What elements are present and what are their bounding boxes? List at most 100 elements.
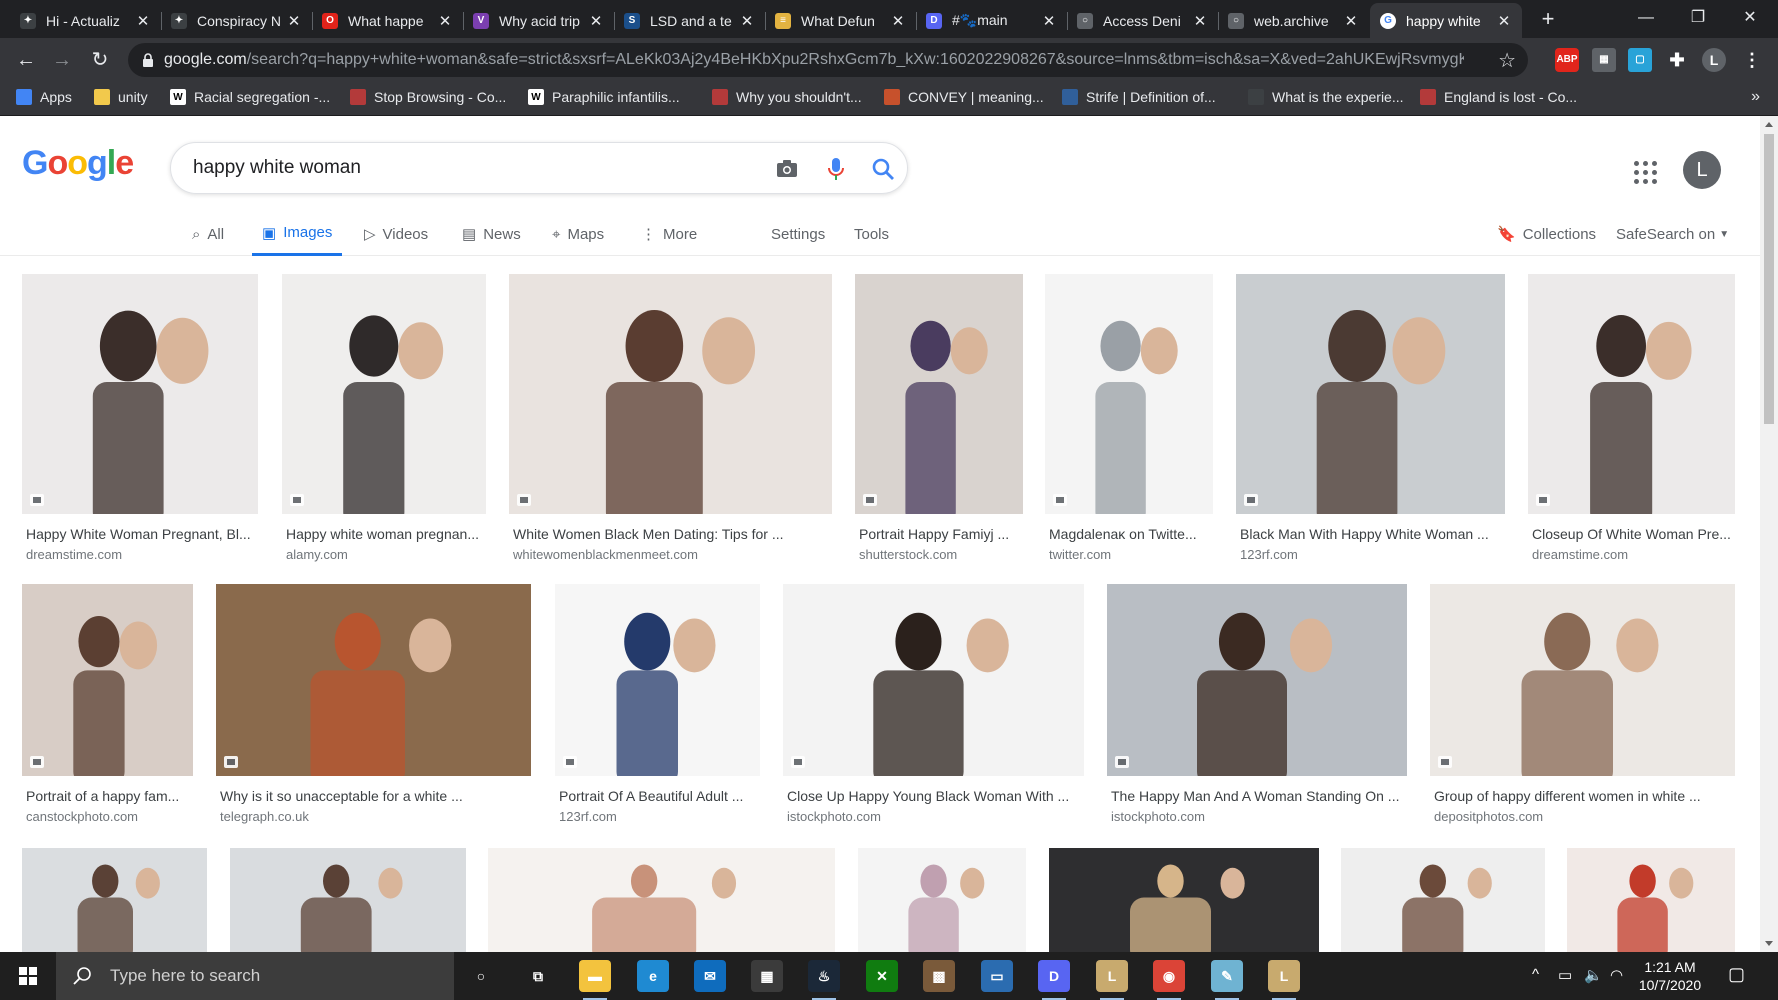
browser-tab[interactable]: D #🐾main ✕ (916, 3, 1067, 38)
bookmark-item[interactable]: Strife | Definition of... (1062, 89, 1216, 105)
image-result[interactable]: White Women Black Men Dating: Tips for .… (509, 274, 832, 574)
discord-icon[interactable]: D (1038, 960, 1070, 1000)
minimize-button[interactable]: — (1618, 0, 1674, 38)
result-source[interactable]: dreamstime.com (1532, 547, 1628, 562)
result-source[interactable]: canstockphoto.com (26, 809, 138, 824)
browser-tab[interactable]: O What happe ✕ (312, 3, 463, 38)
tray-chevron-icon[interactable]: ^ (1532, 966, 1539, 983)
image-result[interactable] (22, 848, 207, 952)
tab-videos[interactable]: ▷ Videos (354, 212, 438, 256)
volume-icon[interactable]: 🔈 (1584, 966, 1603, 984)
browser-tab[interactable]: ≡ What Defun ✕ (765, 3, 916, 38)
menu-kebab-icon[interactable]: ⋮ (1740, 48, 1764, 72)
settings-link[interactable]: Settings (771, 212, 825, 256)
cortana-icon[interactable]: ○ (465, 960, 497, 992)
steam-icon[interactable]: ♨ (808, 960, 840, 1000)
result-thumbnail[interactable] (22, 584, 193, 776)
result-caption[interactable]: Black Man With Happy White Woman ... (1240, 526, 1505, 542)
new-tab-button[interactable]: + (1534, 6, 1562, 34)
bookmark-item[interactable]: W Racial segregation -... (170, 89, 330, 105)
result-thumbnail[interactable] (1341, 848, 1545, 952)
chrome-icon[interactable]: ◉ (1153, 960, 1185, 1000)
image-result[interactable]: The Happy Man And A Woman Standing On ..… (1107, 584, 1407, 836)
result-caption[interactable]: Group of happy different women in white … (1434, 788, 1735, 804)
result-source[interactable]: twitter.com (1049, 547, 1111, 562)
collections-link[interactable]: 🔖 Collections (1497, 212, 1596, 256)
browser-tab[interactable]: Ghappy white ✕ (1370, 3, 1522, 38)
close-tab-icon[interactable]: ✕ (588, 12, 604, 30)
result-thumbnail[interactable] (509, 274, 832, 514)
profile-avatar[interactable]: L (1702, 48, 1726, 72)
result-thumbnail[interactable] (1528, 274, 1735, 514)
image-result[interactable] (488, 848, 835, 952)
back-button[interactable]: ← (12, 46, 40, 74)
result-caption[interactable]: Close Up Happy Young Black Woman With ..… (787, 788, 1084, 804)
browser-tab[interactable]: ○ web.archive ✕ (1218, 3, 1369, 38)
bookmark-item[interactable]: Why you shouldn't... (712, 89, 862, 105)
address-bar[interactable]: google.com/search?q=happy+white+woman&sa… (128, 43, 1528, 77)
search-input[interactable]: happy white woman (193, 157, 361, 179)
result-source[interactable]: dreamstime.com (26, 547, 122, 562)
close-window-button[interactable]: ✕ (1722, 0, 1778, 38)
result-caption[interactable]: White Women Black Men Dating: Tips for .… (513, 526, 832, 542)
browser-tab[interactable]: ○ Access Deni ✕ (1067, 3, 1218, 38)
image-result[interactable]: Close Up Happy Young Black Woman With ..… (783, 584, 1084, 836)
notifications-icon[interactable]: ▢ (1728, 964, 1745, 985)
task-view-icon[interactable]: ⧉ (522, 960, 554, 992)
image-result[interactable] (1567, 848, 1735, 952)
result-caption[interactable]: The Happy Man And A Woman Standing On ..… (1111, 788, 1407, 804)
tab-all[interactable]: ⌕ All (182, 212, 234, 256)
browser-tab[interactable]: ✦ Conspiracy N ✕ (161, 3, 312, 38)
result-thumbnail[interactable] (1049, 848, 1319, 952)
taskbar-clock[interactable]: 1:21 AM 10/7/2020 (1630, 958, 1710, 994)
store-icon[interactable]: ▦ (751, 960, 783, 992)
result-thumbnail[interactable] (22, 274, 258, 514)
bookmarks-overflow-button[interactable]: » (1751, 88, 1760, 106)
file-explorer-icon[interactable]: ▬ (579, 960, 611, 1000)
browser-tab[interactable]: V Why acid trip ✕ (463, 3, 614, 38)
image-result[interactable]: Portrait of a happy fam... canstockphoto.… (22, 584, 193, 836)
windows-start-icon[interactable] (0, 952, 56, 1000)
safesearch-dropdown[interactable]: SafeSearch on ▼ (1616, 212, 1729, 256)
edge-icon[interactable]: e (637, 960, 669, 992)
image-result[interactable]: Group of happy different women in white … (1430, 584, 1735, 836)
image-result[interactable] (1049, 848, 1319, 952)
result-source[interactable]: whitewomenblackmenmeet.com (513, 547, 698, 562)
google-logo[interactable]: Google (22, 144, 134, 183)
league-icon[interactable]: L (1096, 960, 1128, 1000)
close-tab-icon[interactable]: ✕ (135, 12, 151, 30)
account-avatar[interactable]: L (1683, 151, 1721, 189)
image-result[interactable]: Portrait Happy Famiyj ... shutterstock.co… (855, 274, 1023, 574)
result-caption[interactable]: Magdalenaĸ on Twitte... (1049, 526, 1213, 542)
close-tab-icon[interactable]: ✕ (890, 12, 906, 30)
close-tab-icon[interactable]: ✕ (437, 12, 453, 30)
tab-news[interactable]: ▤ News (452, 212, 531, 256)
browser-tab[interactable]: S LSD and a te ✕ (614, 3, 765, 38)
scroll-up-arrow[interactable] (1765, 122, 1773, 127)
image-result[interactable] (230, 848, 466, 952)
game-icon[interactable]: ▩ (923, 960, 955, 992)
result-source[interactable]: 123rf.com (1240, 547, 1298, 562)
microphone-icon[interactable] (822, 155, 850, 183)
xbox-icon[interactable]: ✕ (866, 960, 898, 992)
google-apps-icon[interactable] (1634, 161, 1658, 185)
image-result[interactable]: Portrait Of A Beautiful Adult ... 123rf.c… (555, 584, 760, 836)
reload-button[interactable]: ↻ (86, 46, 114, 74)
result-source[interactable]: telegraph.co.uk (220, 809, 309, 824)
bookmark-item[interactable]: Apps (16, 89, 72, 105)
image-result[interactable]: Happy White Woman Pregnant, Bl... dreamst… (22, 274, 258, 574)
close-tab-icon[interactable]: ✕ (286, 12, 302, 30)
image-result[interactable]: Black Man With Happy White Woman ... 123r… (1236, 274, 1505, 574)
window-app-icon[interactable]: ▭ (981, 960, 1013, 992)
tools-link[interactable]: Tools (854, 212, 889, 256)
result-thumbnail[interactable] (858, 848, 1026, 952)
result-source[interactable]: istockphoto.com (1111, 809, 1205, 824)
result-source[interactable]: shutterstock.com (859, 547, 957, 562)
mail-icon[interactable]: ✉ (694, 960, 726, 992)
image-result[interactable]: Magdalenaĸ on Twitte... twitter.com (1045, 274, 1213, 574)
puzzle-icon[interactable]: ✚ (1665, 48, 1689, 72)
result-thumbnail[interactable] (1567, 848, 1735, 952)
tab-more[interactable]: ⋮ More (631, 212, 707, 256)
image-result[interactable] (1341, 848, 1545, 952)
image-result[interactable]: Happy white woman pregnan... alamy.com (282, 274, 486, 574)
